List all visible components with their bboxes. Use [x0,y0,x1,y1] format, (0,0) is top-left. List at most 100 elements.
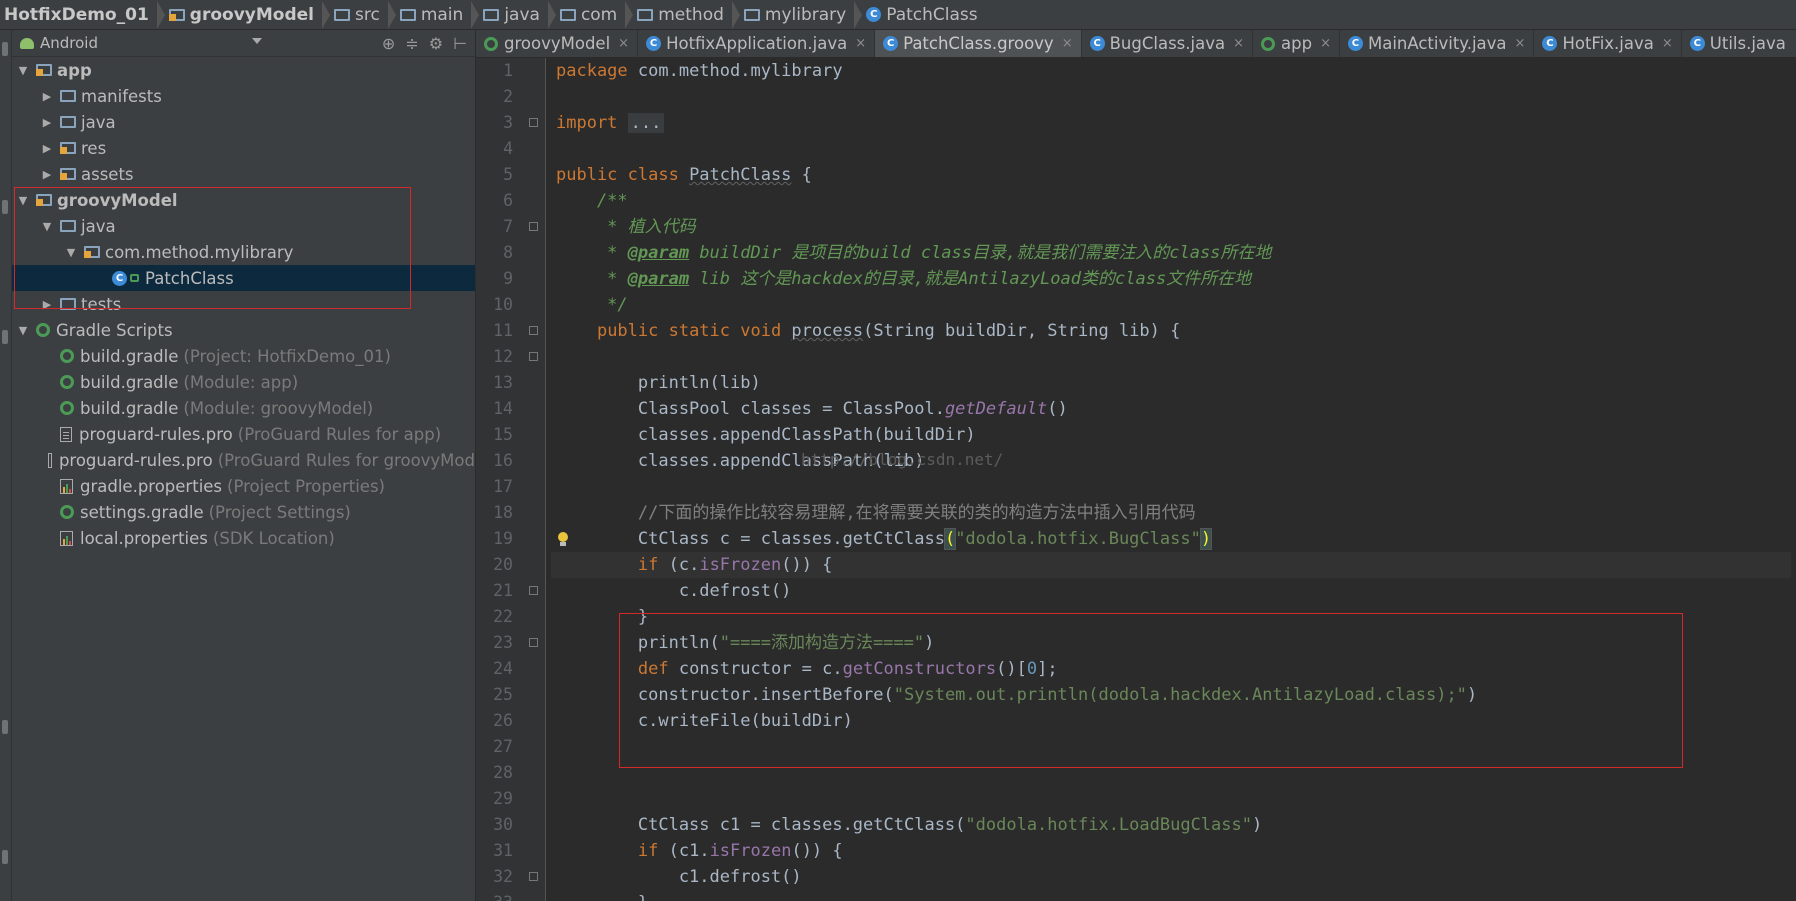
breadcrumb-item[interactable]: main [396,5,469,25]
chevron-down-icon[interactable]: ▼ [16,324,30,337]
close-icon[interactable]: × [1320,36,1331,51]
collapse-all-icon[interactable]: ≑ [405,34,418,53]
chevron-right-icon[interactable]: ▶ [40,298,54,311]
code-line[interactable]: println(lib) [551,370,1791,396]
fold-marker-icon[interactable] [529,118,538,127]
tree-item[interactable]: ▶ tests [12,291,475,317]
breadcrumb-item[interactable]: method [633,5,730,25]
code-line[interactable]: import ... [551,110,1791,136]
chevron-down-icon[interactable] [252,38,262,44]
code-line[interactable]: } [551,890,1791,901]
code-line[interactable]: */ [551,292,1791,318]
editor-tab[interactable]: app × [1253,30,1340,57]
tree-item[interactable]: ▶ java [12,109,475,135]
code-line[interactable]: } [551,604,1791,630]
tree-item[interactable]: ▼ com.method.mylibrary [12,239,475,265]
fold-marker-icon[interactable] [529,352,538,361]
close-icon[interactable]: × [1062,36,1073,51]
editor-tab[interactable]: C HotFix.java × [1534,30,1682,57]
code-line[interactable]: if (c1.isFrozen()) { [551,838,1791,864]
chevron-down-icon[interactable]: ▼ [64,246,78,259]
code-line[interactable] [551,84,1791,110]
code-line[interactable]: CtClass c1 = classes.getCtClass("dodola.… [551,812,1791,838]
left-tool-window-strip[interactable] [0,30,12,901]
code-line[interactable]: package com.method.mylibrary [551,58,1791,84]
chevron-down-icon[interactable]: ▼ [16,194,30,207]
tree-item[interactable]: ▼ Gradle Scripts [12,317,475,343]
close-icon[interactable]: × [1233,36,1244,51]
tree-item[interactable]: build.gradle (Module: groovyModel) [12,395,475,421]
project-view-selector[interactable]: Android ⊕ ≑ ⚙ ⊢ [12,30,475,57]
code-line[interactable]: public static void process(String buildD… [551,318,1791,344]
chevron-right-icon[interactable]: ▶ [40,116,54,129]
tree-item[interactable]: gradle.properties (Project Properties) [12,473,475,499]
code-line[interactable]: c1.defrost() [551,864,1791,890]
code-token[interactable]: ... [627,113,665,133]
gear-icon[interactable]: ⚙ [429,34,443,53]
editor-tab[interactable]: CUtils.java× [1682,30,1796,57]
fold-marker-icon[interactable] [529,222,538,231]
code-line[interactable]: c.defrost() [551,578,1791,604]
code-line[interactable] [551,786,1791,812]
tree-item[interactable]: proguard-rules.pro (ProGuard Rules for gr… [12,447,475,473]
editor-tab[interactable]: C MainActivity.java × [1340,30,1535,57]
editor-tab[interactable]: C PatchClass.groovy × [875,30,1082,57]
tree-item[interactable]: ▼ java [12,213,475,239]
tree-item[interactable]: ▼ groovyModel [12,187,475,213]
breadcrumb-item[interactable]: src [330,5,386,25]
tree-item[interactable]: ▶ manifests [12,83,475,109]
code-line[interactable] [551,734,1791,760]
fold-marker-icon[interactable] [529,638,538,647]
close-icon[interactable]: × [1515,36,1526,51]
code-area[interactable]: package com.method.mylibrary import ... … [551,58,1791,901]
tree-item[interactable]: build.gradle (Module: app) [12,369,475,395]
breadcrumb-item[interactable]: mylibrary [740,5,852,25]
tree-item[interactable]: ▼ app [12,57,475,83]
code-line[interactable]: * @param lib 这个是hackdex的目录,就是AntilazyLoa… [551,266,1791,292]
code-line[interactable]: def constructor = c.getConstructors()[0]… [551,656,1791,682]
hide-panel-icon[interactable]: ⊢ [453,34,467,53]
code-line[interactable]: * 植入代码 [551,214,1791,240]
code-line[interactable]: //下面的操作比较容易理解,在将需要关联的类的构造方法中插入引用代码 [551,500,1791,526]
breadcrumb-item[interactable]: HotfixDemo_01 [0,5,155,25]
code-line[interactable] [551,760,1791,786]
scroll-from-source-icon[interactable]: ⊕ [382,34,395,53]
tree-item[interactable]: local.properties (SDK Location) [12,525,475,551]
tree-item[interactable]: proguard-rules.pro (ProGuard Rules for ap… [12,421,475,447]
code-line[interactable]: println("====添加构造方法====") [551,630,1791,656]
code-line[interactable]: classes.appendClassPath(buildDir) [551,422,1791,448]
code-line[interactable]: CtClass c = classes.getCtClass("dodola.h… [551,526,1791,552]
code-line[interactable] [551,474,1791,500]
code-editor[interactable]: 1 2 3 4 5 6 7 8 9 10 11 12 13 14 15 16 17 18 19 20 21 22 23 24 2… [476,58,1796,901]
captures-tool-button[interactable] [2,330,8,344]
editor-tab[interactable]: C BugClass.java × [1082,30,1253,57]
code-line[interactable]: ClassPool classes = ClassPool.getDefault… [551,396,1791,422]
favorites-tool-button[interactable] [2,850,8,864]
fold-marker-icon[interactable] [529,326,538,335]
chevron-down-icon[interactable]: ▼ [40,220,54,233]
project-tool-button[interactable] [2,42,8,56]
breadcrumb-item[interactable]: java [479,5,546,25]
close-icon[interactable]: × [855,36,866,51]
code-line[interactable]: * @param buildDir 是项目的build class目录,就是我们… [551,240,1791,266]
code-line[interactable]: if (c.isFrozen()) { [551,552,1791,578]
code-line[interactable]: public class PatchClass { [551,162,1791,188]
chevron-down-icon[interactable]: ▼ [16,64,30,77]
breadcrumb-item[interactable]: com [556,5,623,25]
code-line[interactable]: c.writeFile(buildDir) [551,708,1791,734]
close-icon[interactable]: × [1662,36,1673,51]
lightbulb-icon[interactable] [557,532,569,546]
editor-tab[interactable]: groovyModel × [476,30,639,57]
build-variants-tool-button[interactable] [2,720,8,734]
breadcrumb-item[interactable]: C PatchClass [862,5,983,25]
structure-tool-button[interactable] [2,200,8,214]
tree-item[interactable]: ▶ assets [12,161,475,187]
editor-tab[interactable]: C HotfixApplication.java × [638,30,876,57]
code-line[interactable]: /** [551,188,1791,214]
tree-item[interactable]: settings.gradle (Project Settings) [12,499,475,525]
tree-item[interactable]: C PatchClass [12,265,475,291]
chevron-right-icon[interactable]: ▶ [40,168,54,181]
code-line[interactable]: constructor.insertBefore("System.out.pri… [551,682,1791,708]
code-line[interactable] [551,136,1791,162]
code-line[interactable] [551,344,1791,370]
